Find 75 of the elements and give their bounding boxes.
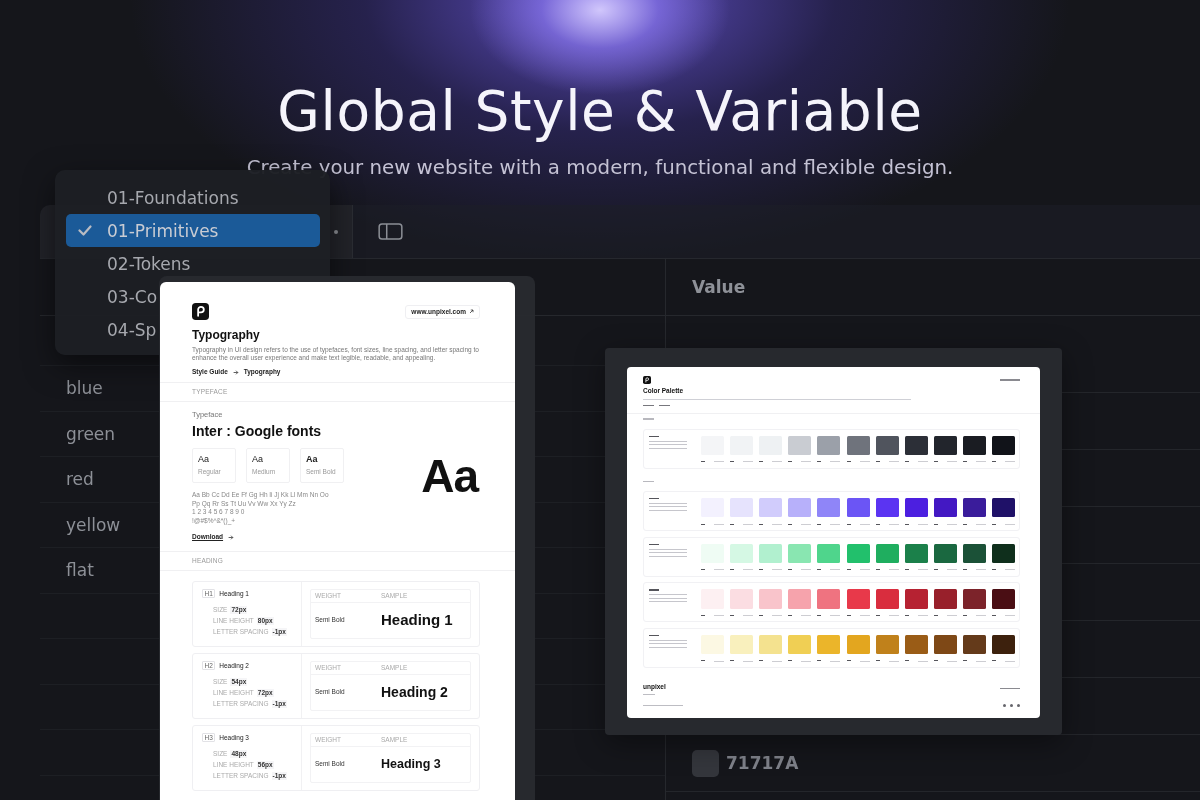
menu-item[interactable]: 01-Foundations <box>66 181 239 214</box>
panel-layout-icon[interactable] <box>378 223 403 240</box>
font-name: Inter : Google fonts <box>192 423 323 440</box>
dot-icon <box>334 229 338 234</box>
blurred-swatch-label <box>730 614 754 617</box>
weight-sample: Aa <box>252 454 264 464</box>
menu-item[interactable]: 02-Tokens <box>66 247 191 280</box>
heading-sample: Heading 2 <box>381 683 448 701</box>
variable-name: blue <box>66 378 103 399</box>
blurred-swatch-label <box>904 523 928 526</box>
blurred-swatch-label <box>933 614 957 617</box>
blurred-swatch-label <box>875 614 899 617</box>
blurred-swatch-label <box>701 614 725 617</box>
blurred-swatch-label <box>846 523 870 526</box>
page-title: Typography <box>192 328 261 342</box>
blurred-text-line <box>1000 688 1020 690</box>
blurred-text-line <box>649 548 687 550</box>
heading-sample: Heading 3 <box>381 756 441 773</box>
blurred-swatch-label <box>701 523 725 526</box>
blurred-text-line <box>643 693 655 695</box>
blurred-text-line <box>649 497 659 500</box>
blurred-swatch-label <box>962 614 986 617</box>
blurred-text-line <box>649 502 687 504</box>
check-icon <box>78 225 92 236</box>
dot-icon <box>1010 703 1013 707</box>
weight-sample: Aa <box>198 454 210 464</box>
blurred-text-line <box>649 440 687 442</box>
swatch-icon <box>692 749 719 777</box>
arrow-right-icon <box>228 534 235 540</box>
variable-name: yellow <box>66 514 121 535</box>
menu-item[interactable]: 04-Sp <box>66 313 157 346</box>
blurred-swatch-label <box>788 523 812 526</box>
blurred-text-line <box>649 543 659 546</box>
blurred-swatch-label <box>759 523 783 526</box>
hero-title: Global Style & Variable <box>276 80 924 142</box>
blurred-swatch-label <box>846 614 870 617</box>
variable-name: red <box>66 469 94 490</box>
blurred-text-line <box>649 639 687 641</box>
variable-name: flat <box>66 560 94 581</box>
column-header: Value <box>692 277 746 297</box>
blurred-swatch-label <box>875 523 899 526</box>
blurred-swatch-label <box>992 523 1015 526</box>
blurred-text-line <box>643 405 654 407</box>
blurred-swatch-label <box>992 614 1015 617</box>
blurred-swatch-label <box>759 614 783 617</box>
menu-item[interactable]: 03-Co <box>66 280 158 313</box>
arrow-right-icon <box>232 369 239 375</box>
hero-subtitle: Create your new website with a modern, functional and flexible design. <box>245 156 955 180</box>
type-specimen: Aa <box>421 453 478 499</box>
blurred-text-line <box>643 418 654 420</box>
blurred-swatch-label <box>933 523 957 526</box>
blurred-text-line <box>649 589 659 591</box>
blurred-text-line <box>649 634 659 637</box>
blurred-text-line <box>649 435 659 438</box>
blurred-swatch-label <box>817 523 841 526</box>
blurred-swatch-label <box>730 523 754 526</box>
blurred-swatch-label <box>962 523 986 526</box>
blurred-text-line <box>643 480 654 482</box>
menu-item[interactable]: 01-Primitives <box>66 214 320 247</box>
blurred-swatch-label <box>788 614 812 617</box>
logo-icon <box>192 303 209 320</box>
blurred-text-line <box>1000 379 1020 381</box>
blurred-text-line <box>659 405 670 407</box>
value-text: 71717A <box>726 753 799 773</box>
heading-sample: Heading 1 <box>381 611 453 629</box>
blurred-swatch-label <box>817 614 841 617</box>
weight-sample: Aa <box>306 454 319 464</box>
dot-icon <box>1017 703 1020 707</box>
arrow-up-right-icon <box>469 309 474 314</box>
variable-name: green <box>66 423 116 444</box>
dot-icon <box>1003 703 1006 707</box>
blurred-swatch-label <box>904 614 928 617</box>
logo-icon <box>643 376 651 384</box>
blurred-text-line <box>649 601 687 603</box>
blurred-text-line <box>643 704 683 706</box>
